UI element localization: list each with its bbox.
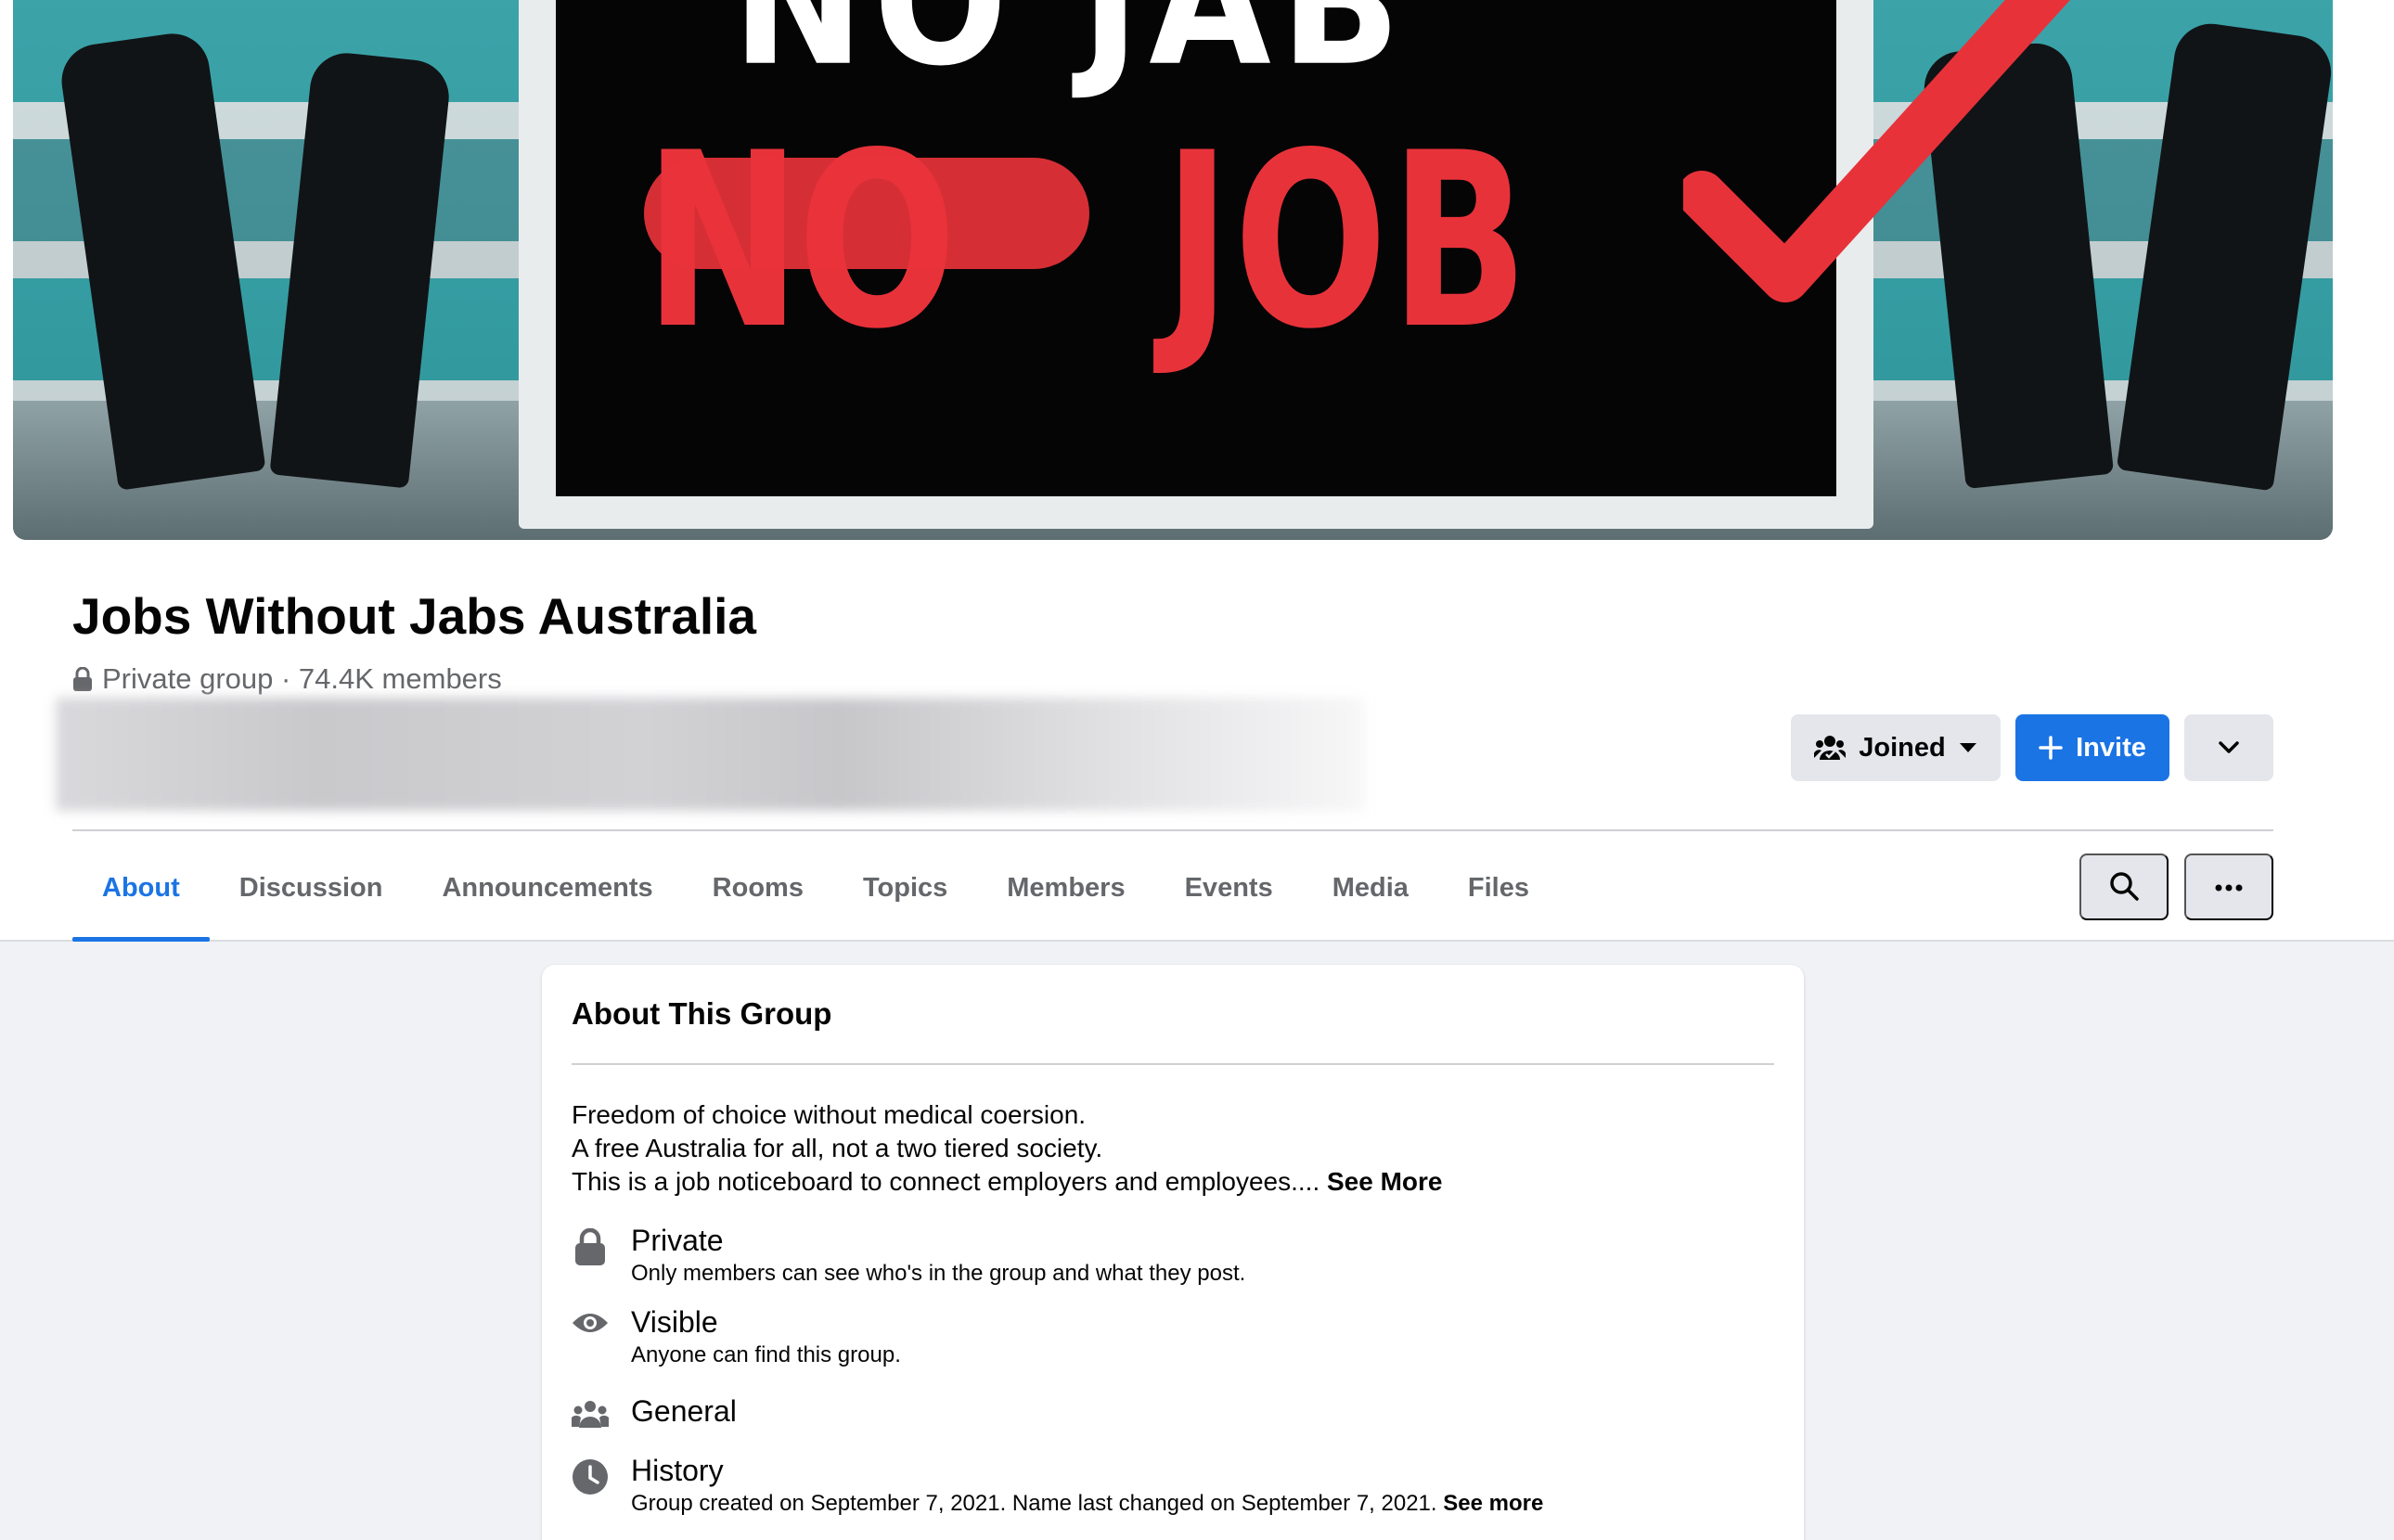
plus-icon (2039, 736, 2063, 760)
description-line: This is a job noticeboard to connect emp… (572, 1165, 1443, 1199)
chevron-down-icon (2218, 740, 2240, 755)
about-card: About This Group Freedom of choice witho… (542, 965, 1804, 1540)
info-visible: Visible Anyone can find this group. (572, 1304, 901, 1369)
caret-down-icon (1959, 742, 1977, 753)
info-title: General (631, 1394, 737, 1428)
tab-files[interactable]: Files (1438, 835, 1559, 942)
tab-discussion[interactable]: Discussion (210, 835, 413, 942)
joined-button[interactable]: Joined (1791, 714, 2001, 781)
about-card-title: About This Group (572, 996, 832, 1031)
cover-text-job: JOB (1164, 102, 1531, 382)
invite-button[interactable]: Invite (2015, 714, 2169, 781)
history-text: Group created on September 7, 2021. Name… (631, 1491, 1444, 1516)
info-description: Group created on September 7, 2021. Name… (631, 1490, 1543, 1518)
search-button[interactable] (2079, 853, 2169, 920)
about-card-divider (572, 1063, 1774, 1065)
group-meta: Private group · 74.4K members (72, 662, 502, 696)
info-title: History (631, 1454, 724, 1487)
lock-icon (72, 667, 93, 691)
search-icon (2108, 870, 2140, 905)
description-line: Freedom of choice without medical coersi… (572, 1100, 1087, 1129)
tab-members[interactable]: Members (977, 835, 1154, 942)
info-description: Only members can see who's in the group … (631, 1261, 1246, 1286)
group-privacy-members: Private group · 74.4K members (102, 662, 502, 695)
checkmark-icon (1683, 0, 2070, 302)
group-tabs: About Discussion Announcements Rooms Top… (72, 835, 1559, 942)
blurred-member-avatars (56, 698, 1364, 811)
tab-rooms[interactable]: Rooms (683, 835, 833, 942)
more-options-button[interactable] (2184, 853, 2273, 920)
group-description: Freedom of choice without medical coersi… (572, 1098, 1443, 1199)
info-title: Private (631, 1224, 724, 1257)
clock-icon (572, 1453, 609, 1518)
description-line: A free Australia for all, not a two tier… (572, 1134, 1103, 1162)
group-name[interactable]: Jobs Without Jabs Australia (72, 586, 756, 646)
header-dropdown-button[interactable] (2184, 714, 2273, 781)
lock-icon (572, 1223, 609, 1288)
description-text: This is a job noticeboard to connect emp… (572, 1167, 1327, 1196)
joined-label: Joined (1859, 732, 1946, 763)
info-description: Anyone can find this group. (631, 1342, 901, 1367)
see-more-link[interactable]: See more (1443, 1491, 1543, 1516)
info-general: General (572, 1393, 737, 1429)
cover-scribble (644, 158, 1089, 269)
invite-label: Invite (2076, 732, 2146, 763)
info-history: History Group created on September 7, 20… (572, 1453, 1543, 1518)
cover-photo[interactable]: NO JAB NO JOB (13, 0, 2333, 540)
eye-icon (572, 1304, 609, 1369)
info-private: Private Only members can see who's in th… (572, 1223, 1245, 1288)
tab-media[interactable]: Media (1303, 835, 1438, 942)
see-more-link[interactable]: See More (1327, 1167, 1443, 1196)
tab-topics[interactable]: Topics (833, 835, 977, 942)
info-title: Visible (631, 1305, 718, 1339)
tab-announcements[interactable]: Announcements (412, 835, 682, 942)
header-divider (72, 829, 2273, 831)
tab-about[interactable]: About (72, 835, 210, 942)
people-icon (572, 1393, 609, 1429)
cover-text-top: NO JAB (732, 0, 1410, 105)
group-joined-icon (1814, 734, 1847, 762)
tab-events[interactable]: Events (1155, 835, 1303, 942)
more-horizontal-icon (2215, 880, 2243, 894)
